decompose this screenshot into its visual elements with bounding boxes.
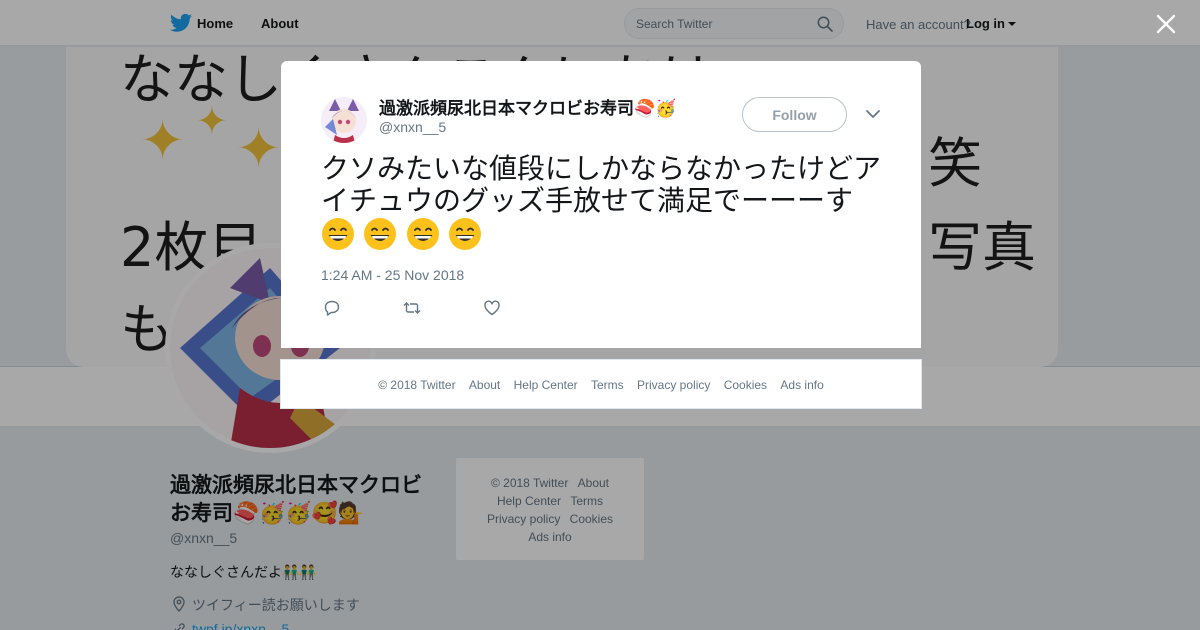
footer-link-ads-info[interactable]: Ads info [780, 378, 823, 392]
tweet-author-name[interactable]: 過激派頻尿北日本マクロビお寿司🍣🥳 [379, 94, 676, 119]
tweet-timestamp[interactable]: 1:24 AM - 25 Nov 2018 [321, 267, 464, 283]
footer-link-cookies[interactable]: Cookies [724, 378, 767, 392]
footer-link-help-center[interactable]: Help Center [514, 378, 578, 392]
chevron-down-icon[interactable] [865, 108, 881, 120]
heart-icon[interactable] [483, 299, 501, 317]
grinning-face-icon [322, 218, 354, 250]
grinning-face-icon [449, 218, 482, 250]
footer-link-about[interactable]: About [469, 378, 500, 392]
follow-button[interactable]: Follow [742, 97, 847, 132]
retweet-icon[interactable] [403, 299, 421, 317]
grinning-face-icon [406, 218, 439, 250]
close-icon[interactable] [1155, 13, 1177, 35]
tweet-emoji-row [321, 217, 486, 253]
modal-footer: © 2018 Twitter About Help Center Terms P… [280, 359, 922, 409]
grinning-face-icon [364, 218, 397, 250]
tweet-text: クソみたいな値段にしかならなかったけどアイチュウのグッズ手放せて満足でーーーす [321, 152, 882, 217]
footer-copyright: © 2018 Twitter [378, 378, 456, 392]
footer-link-terms[interactable]: Terms [591, 378, 624, 392]
reply-icon[interactable] [323, 299, 341, 317]
avatar-illustration [321, 97, 367, 143]
tweet-author-avatar[interactable] [321, 97, 367, 143]
tweet-author-handle[interactable]: @xnxn__5 [379, 119, 446, 135]
tweet-modal: 過激派頻尿北日本マクロビお寿司🍣🥳 @xnxn__5 Follow クソみたいな… [281, 61, 921, 348]
footer-link-privacy[interactable]: Privacy policy [637, 378, 710, 392]
